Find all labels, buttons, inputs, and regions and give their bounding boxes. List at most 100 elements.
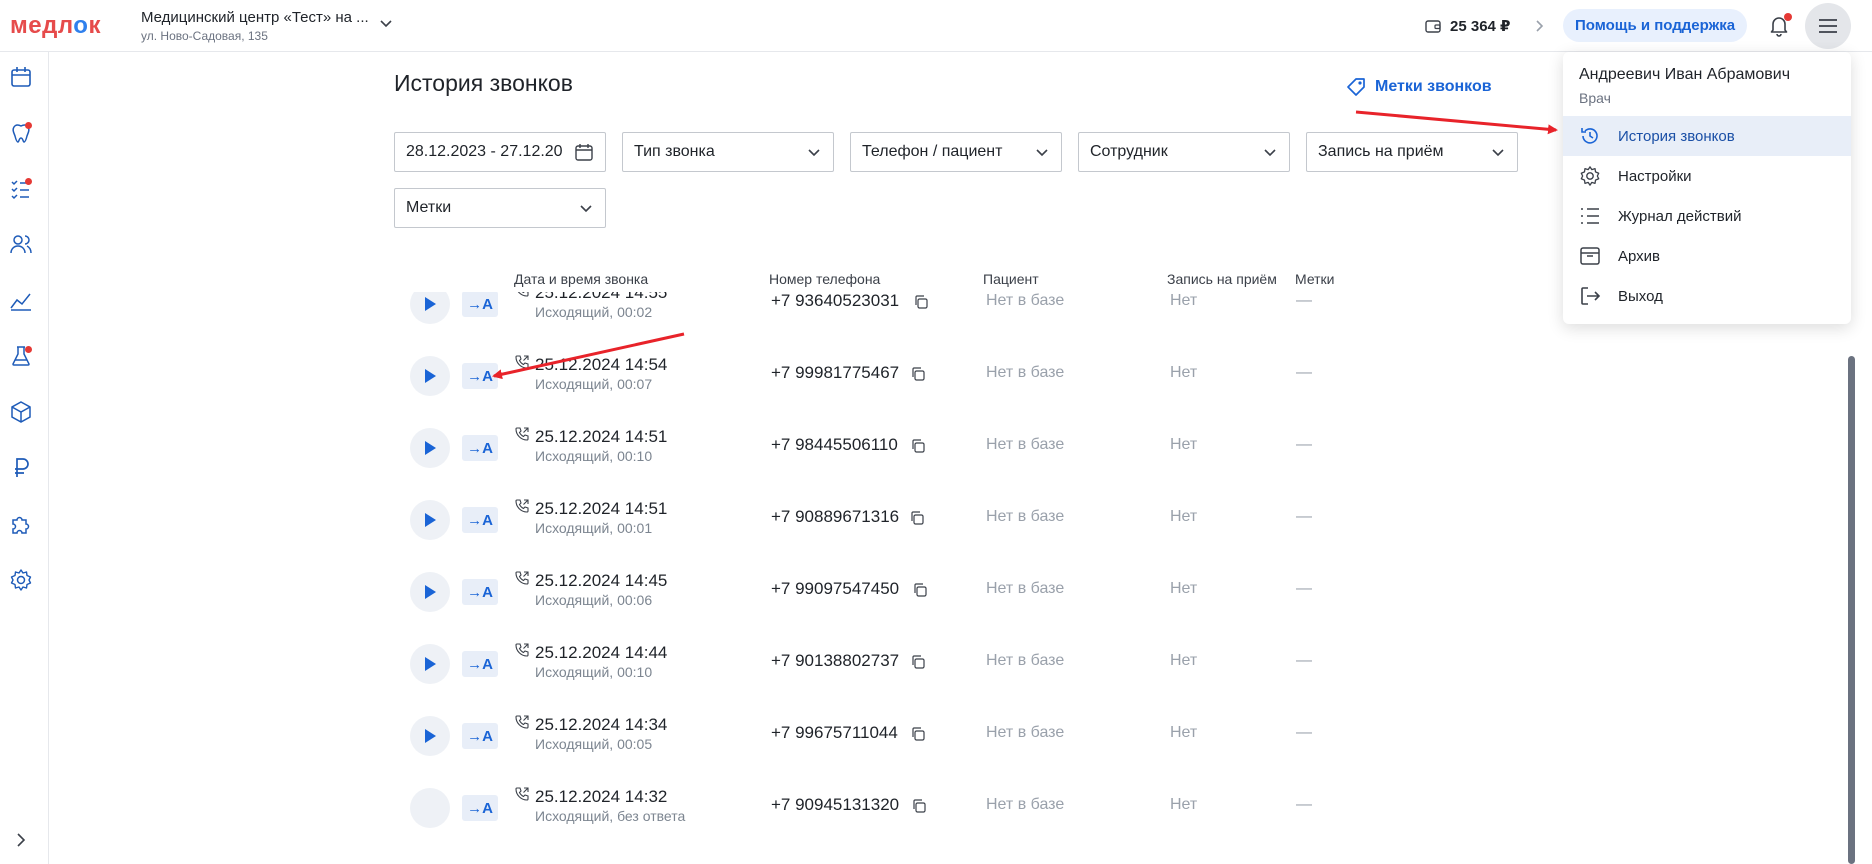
menu-item-label: Настройки bbox=[1618, 167, 1692, 185]
phone-patient-filter[interactable]: Телефон / пациент bbox=[850, 132, 1062, 172]
box-icon[interactable] bbox=[9, 400, 33, 424]
employee-filter[interactable]: Сотрудник bbox=[1078, 132, 1290, 172]
patient-status[interactable]: Нет в базе bbox=[986, 580, 1064, 598]
expand-icon[interactable] bbox=[9, 828, 33, 852]
menu-item-call-history[interactable]: История звонков bbox=[1563, 116, 1851, 156]
transcribe-button[interactable]: →A bbox=[462, 651, 498, 677]
call-details: Исходящий, 00:05 bbox=[535, 736, 653, 752]
transcribe-button[interactable]: →A bbox=[462, 579, 498, 605]
outgoing-call-icon bbox=[515, 427, 529, 441]
appointment-status: Нет bbox=[1170, 364, 1198, 381]
play-icon bbox=[425, 513, 436, 527]
copy-icon[interactable] bbox=[910, 438, 926, 454]
call-tags[interactable]: — bbox=[1296, 364, 1312, 382]
play-icon bbox=[425, 369, 436, 383]
calendar-icon[interactable] bbox=[574, 142, 594, 162]
call-type-filter[interactable]: Тип звонка bbox=[622, 132, 834, 172]
table-row[interactable]: →A 25.12.2024 14:55 Исходящий, 00:02 +7 936… bbox=[394, 292, 1374, 340]
menu-item-settings[interactable]: Настройки bbox=[1563, 156, 1851, 196]
play-button[interactable] bbox=[410, 292, 450, 324]
hamburger-menu-button[interactable] bbox=[1805, 3, 1851, 49]
analytics-icon[interactable] bbox=[9, 288, 33, 312]
user-role: Врач bbox=[1579, 90, 1611, 106]
call-tags[interactable]: — bbox=[1296, 580, 1312, 598]
copy-icon[interactable] bbox=[912, 582, 928, 598]
chevron-down-icon bbox=[1492, 149, 1504, 157]
outgoing-call-icon bbox=[515, 571, 529, 585]
call-tags-link[interactable]: Метки звонков bbox=[1345, 76, 1492, 98]
patient-status[interactable]: Нет в базе bbox=[986, 508, 1064, 526]
patient-status[interactable]: Нет в базе bbox=[986, 292, 1064, 310]
play-icon bbox=[425, 297, 436, 311]
appointment-filter[interactable]: Запись на приём bbox=[1306, 132, 1518, 172]
archive-icon bbox=[1580, 247, 1600, 265]
table-row[interactable]: →A 25.12.2024 14:45 Исходящий, 00:06 +7 990… bbox=[394, 556, 1374, 628]
menu-item-logout[interactable]: Выход bbox=[1563, 276, 1851, 316]
patient-status[interactable]: Нет в базе bbox=[986, 796, 1064, 814]
clinic-selector[interactable]: Медицинский центр «Тест» на ... ул. Ново… bbox=[141, 9, 369, 43]
call-tags[interactable]: — bbox=[1296, 292, 1312, 310]
help-support-button[interactable]: Помощь и поддержка bbox=[1563, 9, 1748, 42]
patient-status[interactable]: Нет в базе bbox=[986, 436, 1064, 454]
transcribe-button[interactable]: →A bbox=[462, 507, 498, 533]
scrollbar-thumb[interactable] bbox=[1848, 356, 1855, 864]
play-button[interactable] bbox=[410, 644, 450, 684]
table-row[interactable]: →A 25.12.2024 14:51 Исходящий, 00:01 +7 908… bbox=[394, 484, 1374, 556]
transcribe-button[interactable]: →A bbox=[462, 723, 498, 749]
table-row[interactable]: →A 25.12.2024 14:51 Исходящий, 00:10 +7 984… bbox=[394, 412, 1374, 484]
copy-icon[interactable] bbox=[909, 510, 925, 526]
play-button[interactable] bbox=[410, 428, 450, 468]
phone-number: +7 90889671316 bbox=[771, 507, 900, 526]
call-tags[interactable]: — bbox=[1296, 436, 1312, 454]
menu-item-archive[interactable]: Архив bbox=[1563, 236, 1851, 276]
puzzle-icon[interactable] bbox=[9, 512, 33, 536]
appointment-status: Нет bbox=[1170, 724, 1198, 741]
date-range-filter[interactable]: 28.12.2023 - 27.12.20 bbox=[394, 132, 606, 172]
appointment-status: Нет bbox=[1170, 796, 1198, 813]
copy-icon[interactable] bbox=[910, 366, 926, 382]
transcribe-button[interactable]: →A bbox=[462, 363, 498, 389]
history-icon bbox=[1581, 128, 1598, 144]
play-button[interactable] bbox=[410, 572, 450, 612]
chevron-down-icon[interactable] bbox=[378, 15, 394, 31]
copy-icon[interactable] bbox=[911, 798, 927, 814]
play-button[interactable] bbox=[410, 500, 450, 540]
call-tags[interactable]: — bbox=[1296, 796, 1312, 814]
outgoing-call-icon bbox=[515, 715, 529, 729]
table-row[interactable]: →A 25.12.2024 14:44 Исходящий, 00:10 +7 901… bbox=[394, 628, 1374, 700]
clinic-address: ул. Ново-Садовая, 135 bbox=[141, 29, 268, 43]
ruble-icon[interactable] bbox=[9, 456, 33, 480]
calendar-icon[interactable] bbox=[9, 65, 33, 89]
gear-icon[interactable] bbox=[9, 568, 33, 592]
page-title: История звонков bbox=[394, 70, 573, 96]
date-range-value: 28.12.2023 - 27.12.20 bbox=[406, 143, 563, 160]
play-button[interactable] bbox=[410, 788, 450, 828]
call-datetime: 25.12.2024 14:34 bbox=[535, 715, 668, 734]
copy-icon[interactable] bbox=[910, 654, 926, 670]
transcribe-button[interactable]: →A bbox=[462, 435, 498, 461]
copy-icon[interactable] bbox=[910, 726, 926, 742]
play-icon bbox=[425, 585, 436, 599]
call-tags[interactable]: — bbox=[1296, 652, 1312, 670]
table-row[interactable]: →A 25.12.2024 14:32 Исходящий, без ответа +… bbox=[394, 772, 1374, 844]
transcribe-button[interactable]: →A bbox=[462, 795, 498, 821]
users-icon[interactable] bbox=[9, 232, 33, 256]
patient-status[interactable]: Нет в базе bbox=[986, 724, 1064, 742]
medlok-logo[interactable]: медлок bbox=[10, 12, 101, 40]
table-row[interactable]: →A 25.12.2024 14:34 Исходящий, 00:05 +7 996… bbox=[394, 700, 1374, 772]
play-button[interactable] bbox=[410, 356, 450, 396]
chevron-down-icon bbox=[1264, 149, 1276, 157]
play-button[interactable] bbox=[410, 716, 450, 756]
balance-widget[interactable]: 25 364 ₽ bbox=[1424, 14, 1546, 38]
transcribe-button[interactable]: →A bbox=[462, 292, 498, 317]
tags-filter[interactable]: Метки bbox=[394, 188, 606, 228]
call-tags[interactable]: — bbox=[1296, 724, 1312, 742]
call-details: Исходящий, 00:10 bbox=[535, 448, 653, 464]
top-header: медлок Медицинский центр «Тест» на ... у… bbox=[0, 0, 1872, 52]
patient-status[interactable]: Нет в базе bbox=[986, 364, 1064, 382]
table-row[interactable]: →A 25.12.2024 14:54 Исходящий, 00:07 +7 999… bbox=[394, 340, 1374, 412]
copy-icon[interactable] bbox=[913, 294, 929, 310]
call-tags[interactable]: — bbox=[1296, 508, 1312, 526]
patient-status[interactable]: Нет в базе bbox=[986, 652, 1064, 670]
menu-item-action-log[interactable]: Журнал действий bbox=[1563, 196, 1851, 236]
